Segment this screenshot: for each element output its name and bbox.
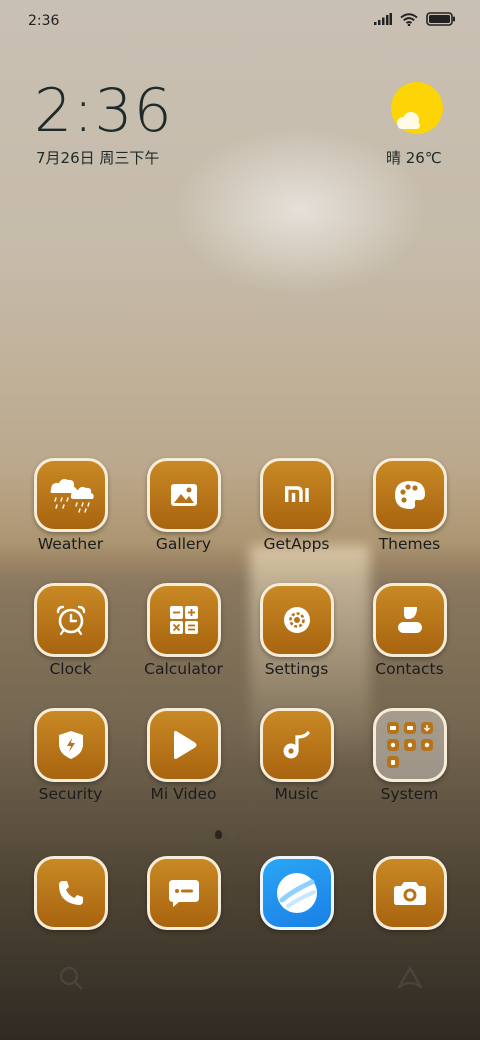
wifi-icon: [400, 12, 418, 26]
alarm-clock-icon: [33, 583, 108, 657]
status-time: 2:36: [28, 13, 60, 29]
status-bar: 2:36: [0, 0, 480, 40]
messages-icon: [146, 856, 221, 930]
gallery-icon: [146, 458, 221, 532]
app-music[interactable]: Music: [240, 708, 353, 803]
sunny-weather-icon[interactable]: [390, 82, 444, 136]
signal-icon: [374, 13, 392, 25]
mi-icon: [259, 458, 334, 532]
app-label: Security: [38, 785, 103, 803]
page-indicator-lines-icon: [200, 830, 208, 839]
app-settings[interactable]: Settings: [240, 583, 353, 678]
status-icons: [374, 12, 456, 26]
app-label: Clock: [49, 660, 92, 678]
app-label: Music: [274, 785, 319, 803]
app-label: Weather: [37, 535, 104, 553]
app-themes[interactable]: Themes: [353, 458, 466, 553]
app-gallery[interactable]: Gallery: [127, 458, 240, 553]
search-icon[interactable]: [58, 965, 84, 991]
folder-icon: [372, 708, 447, 782]
music-note-icon: [259, 708, 334, 782]
page-indicator-home-icon: [215, 830, 222, 839]
browser-icon: [259, 856, 334, 930]
dock-browser[interactable]: [240, 856, 353, 930]
app-label: Settings: [264, 660, 329, 678]
battery-icon: [426, 12, 455, 26]
app-security[interactable]: Security: [14, 708, 127, 803]
page-indicator[interactable]: [200, 830, 235, 839]
app-label: Calculator: [144, 660, 223, 678]
camera-icon: [372, 856, 447, 930]
app-getapps[interactable]: GetApps: [240, 458, 353, 553]
weather-widget-text: 晴 26℃: [386, 149, 442, 167]
calculator-icon: [146, 583, 221, 657]
app-label: Themes: [378, 535, 441, 553]
clock-widget-time[interactable]: 2:36: [34, 76, 173, 146]
shield-icon: [33, 708, 108, 782]
contacts-icon: [372, 583, 447, 657]
phone-icon: [33, 856, 108, 930]
app-label: System: [380, 785, 439, 803]
app-label: Mi Video: [150, 785, 217, 803]
assistant-icon[interactable]: [396, 965, 424, 991]
dock-messages[interactable]: [127, 856, 240, 930]
app-calculator[interactable]: Calculator: [127, 583, 240, 678]
app-label: Contacts: [375, 660, 444, 678]
app-clock[interactable]: Clock: [14, 583, 127, 678]
dock-camera[interactable]: [353, 856, 466, 930]
palette-icon: [372, 458, 447, 532]
app-folder-system[interactable]: System: [353, 708, 466, 803]
play-icon: [146, 708, 221, 782]
weather-icon: [33, 458, 108, 532]
page-indicator-dot: [229, 831, 235, 838]
app-label: GetApps: [263, 535, 330, 553]
app-contacts[interactable]: Contacts: [353, 583, 466, 678]
app-label: Gallery: [155, 535, 212, 553]
gear-icon: [259, 583, 334, 657]
app-mi-video[interactable]: Mi Video: [127, 708, 240, 803]
clock-widget-date: 7月26日 周三下午: [36, 149, 160, 167]
app-weather[interactable]: Weather: [14, 458, 127, 553]
dock-phone[interactable]: [14, 856, 127, 930]
